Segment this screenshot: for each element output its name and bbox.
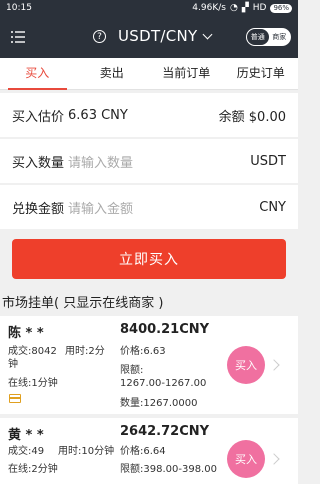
online-time: 在线:1分钟 [8,378,58,389]
status-indicators: 4.96K/s ◔ ▞ HD 96% [192,3,292,13]
seller-name: 陈 * * [8,326,44,341]
pair-selector[interactable]: USDT/CNY [118,27,212,45]
unit-price: 价格:6.64 [120,446,166,457]
amount-label: 兑换金额 [12,201,65,217]
top-navbar: ? USDT/CNY 普通 商家 [0,16,298,58]
listing-price: 8400.21CNY [120,322,210,337]
help-icon[interactable]: ? [93,30,106,43]
tab-current-orders[interactable]: 当前订单 [149,58,224,89]
tab-order-history[interactable]: 历史订单 [224,58,299,89]
network-type: HD [252,3,267,13]
signal-icon: ▞ [241,3,249,13]
menu-icon[interactable] [10,29,26,45]
trade-tabs: 买入 卖出 当前订单 历史订单 [0,58,298,90]
quantity-row: 买入数量 请输入数量 USDT [0,139,298,183]
deal-count: 成交:49 [8,446,45,457]
listing-buy-button[interactable]: 买入 [227,440,265,478]
time-used: 用时:10分钟 [58,446,115,457]
balance-value: 余额 $0.00 [218,109,286,125]
limit-range: 1267.00-1267.00 [120,378,207,389]
listing-price: 2642.72CNY [120,424,210,439]
mode-merchant[interactable]: 商家 [269,29,291,45]
estimate-row: 买入估价 6.63 CNY 余额 $0.00 [0,93,298,137]
pair-label: USDT/CNY [118,27,198,45]
market-listings-title: 市场挂单( 只显示在线商家 ) [2,296,164,311]
deal-count: 成交:8042 [8,346,57,357]
mode-toggle[interactable]: 普通 商家 [246,28,291,46]
status-bar: 10:15 4.96K/s ◔ ▞ HD 96% [0,0,298,16]
listing-card: 陈 * * 8400.21CNY 成交:8042 用时:2分 钟 价格:6.63… [0,316,298,414]
unit-price: 价格:6.63 [120,346,166,357]
amount-unit: CNY [259,199,286,215]
seller-name: 黄 * * [8,428,44,443]
listing-card: 黄 * * 2642.72CNY 成交:49 用时:10分钟 价格:6.64 在… [0,418,298,484]
amount-row: 兑换金额 请输入金额 CNY [0,185,298,229]
chevron-right-icon [268,359,280,371]
amount-input[interactable]: 请输入金额 [68,198,133,217]
quantity-label: 买入数量 [12,155,65,171]
listing-buy-button[interactable]: 买入 [227,346,265,384]
tab-sell[interactable]: 卖出 [75,58,150,89]
quantity-input[interactable]: 请输入数量 [68,152,133,171]
bank-card-icon [9,394,21,403]
buy-now-button[interactable]: 立即买入 [12,239,286,279]
mode-normal[interactable]: 普通 [247,29,269,45]
network-speed: 4.96K/s [192,3,226,13]
chevron-down-icon [202,29,212,39]
time-used-continued: 钟 [8,359,18,370]
status-time: 10:15 [6,3,32,13]
limit-label: 限额: [120,365,144,376]
quantity-unit: USDT [250,153,286,169]
wifi-icon: ◔ [229,3,238,13]
estimate-label: 买入估价 [12,109,65,125]
tab-buy[interactable]: 买入 [0,58,75,90]
online-time: 在线:2分钟 [8,464,58,475]
estimate-value: 6.63 CNY [68,107,128,123]
chevron-right-icon [268,453,280,465]
quantity-available: 数量:1267.0000 [120,398,198,409]
time-used: 用时:2分 [65,346,105,357]
limit-range: 限额:398.00-398.00 [120,464,217,475]
battery-indicator: 96% [270,3,292,13]
